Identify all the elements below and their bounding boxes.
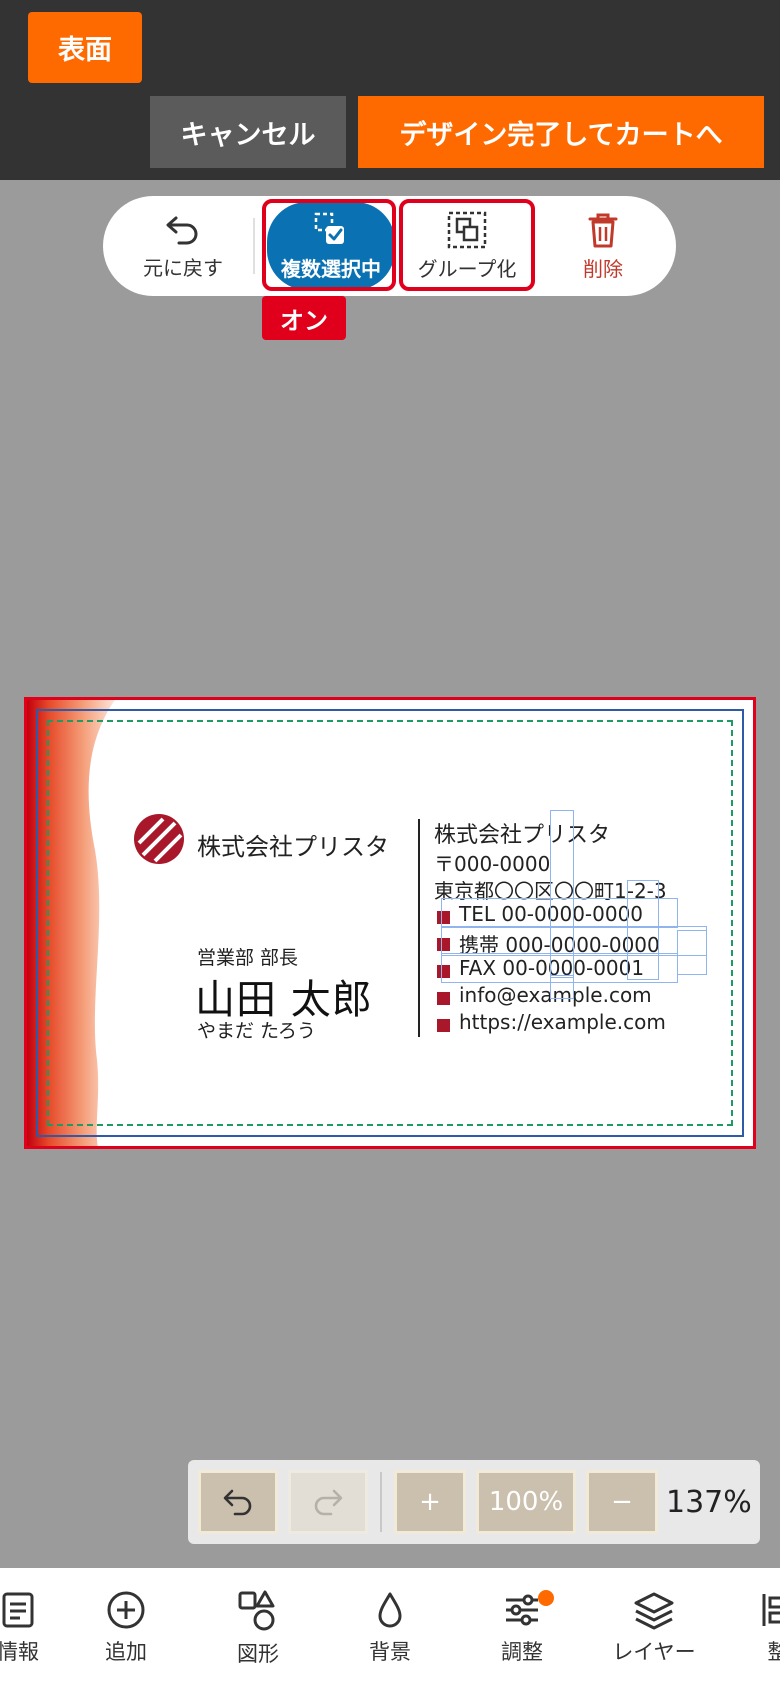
- undo-label: 元に戻す: [143, 255, 223, 280]
- person-name-kana[interactable]: やまだ たろう: [197, 1016, 316, 1043]
- logo-company-name[interactable]: 株式会社プリスタ: [197, 827, 389, 862]
- undo-icon: [223, 1489, 252, 1516]
- group-highlight: [399, 199, 535, 291]
- sliders-icon: [506, 1594, 538, 1626]
- nav-align[interactable]: 整: [718, 1568, 780, 1688]
- layers-icon: [634, 1592, 674, 1630]
- design-complete-button[interactable]: デザイン完了してカートへ: [358, 96, 764, 168]
- nav-layer[interactable]: レイヤー: [594, 1568, 714, 1688]
- bottom-navigation: 情報 追加 図形 背景 調整 レイヤー 整: [0, 1568, 780, 1688]
- nav-add-label: 追加: [105, 1640, 147, 1664]
- adjust-notification-dot: [538, 1590, 554, 1606]
- nav-align-label: 整: [767, 1640, 780, 1664]
- nav-background-label: 背景: [369, 1640, 411, 1664]
- divider-line[interactable]: [418, 819, 420, 1037]
- selection-outline: [441, 926, 707, 956]
- top-bar: 表面 キャンセル デザイン完了してカートへ: [0, 0, 780, 180]
- canvas-undo-button[interactable]: [198, 1470, 278, 1534]
- nav-shape[interactable]: 図形: [198, 1568, 318, 1688]
- zoom-panel: + 100% − 137%: [188, 1460, 760, 1544]
- zoom-out-button[interactable]: −: [586, 1470, 658, 1534]
- delete-tool[interactable]: 削除: [543, 204, 663, 288]
- nav-add[interactable]: 追加: [66, 1568, 186, 1688]
- company-logo-icon: [134, 814, 184, 864]
- undo-tool[interactable]: 元に戻す: [123, 204, 243, 288]
- email-bullet[interactable]: [437, 992, 450, 1005]
- company-name[interactable]: 株式会社プリスタ: [434, 817, 610, 849]
- zoom-level: 137%: [666, 1484, 752, 1520]
- cancel-button[interactable]: キャンセル: [150, 96, 346, 168]
- nav-layer-label: レイヤー: [612, 1640, 696, 1664]
- job-title[interactable]: 営業部 部長: [197, 943, 298, 970]
- shape-icon: [238, 1590, 275, 1631]
- add-icon: [107, 1591, 145, 1629]
- selection-outline: [441, 898, 678, 928]
- postal-code[interactable]: 〒000-0000: [434, 848, 550, 877]
- nav-adjust-label: 調整: [501, 1640, 543, 1664]
- multi-select-highlight: [262, 199, 396, 291]
- nav-adjust[interactable]: 調整: [462, 1568, 582, 1688]
- zoom-divider: [380, 1472, 382, 1532]
- canvas-redo-button[interactable]: [288, 1470, 368, 1534]
- nav-background[interactable]: 背景: [330, 1568, 450, 1688]
- info-icon: [2, 1592, 34, 1628]
- selection-outline: [550, 975, 574, 999]
- zoom-in-button[interactable]: +: [394, 1470, 466, 1534]
- align-icon: [762, 1594, 780, 1626]
- zoom-100-button[interactable]: 100%: [476, 1470, 576, 1534]
- on-badge: オン: [262, 296, 346, 340]
- business-card-canvas[interactable]: 株式会社プリスタ 営業部 部長 山田 太郎 やまだ たろう 株式会社プリスタ 〒…: [24, 697, 756, 1149]
- droplet-icon: [378, 1592, 402, 1628]
- nav-info-label: 情報: [0, 1640, 39, 1664]
- url-bullet[interactable]: [437, 1019, 450, 1032]
- undo-icon: [166, 216, 198, 244]
- delete-label: 削除: [583, 256, 623, 281]
- nav-shape-label: 図形: [237, 1642, 279, 1666]
- front-face-button[interactable]: 表面: [28, 12, 142, 83]
- website-url[interactable]: https://example.com: [459, 1010, 666, 1034]
- selection-outline: [677, 930, 707, 975]
- redo-icon: [314, 1489, 343, 1516]
- trash-icon: [588, 213, 618, 247]
- toolbar-divider: [253, 218, 255, 274]
